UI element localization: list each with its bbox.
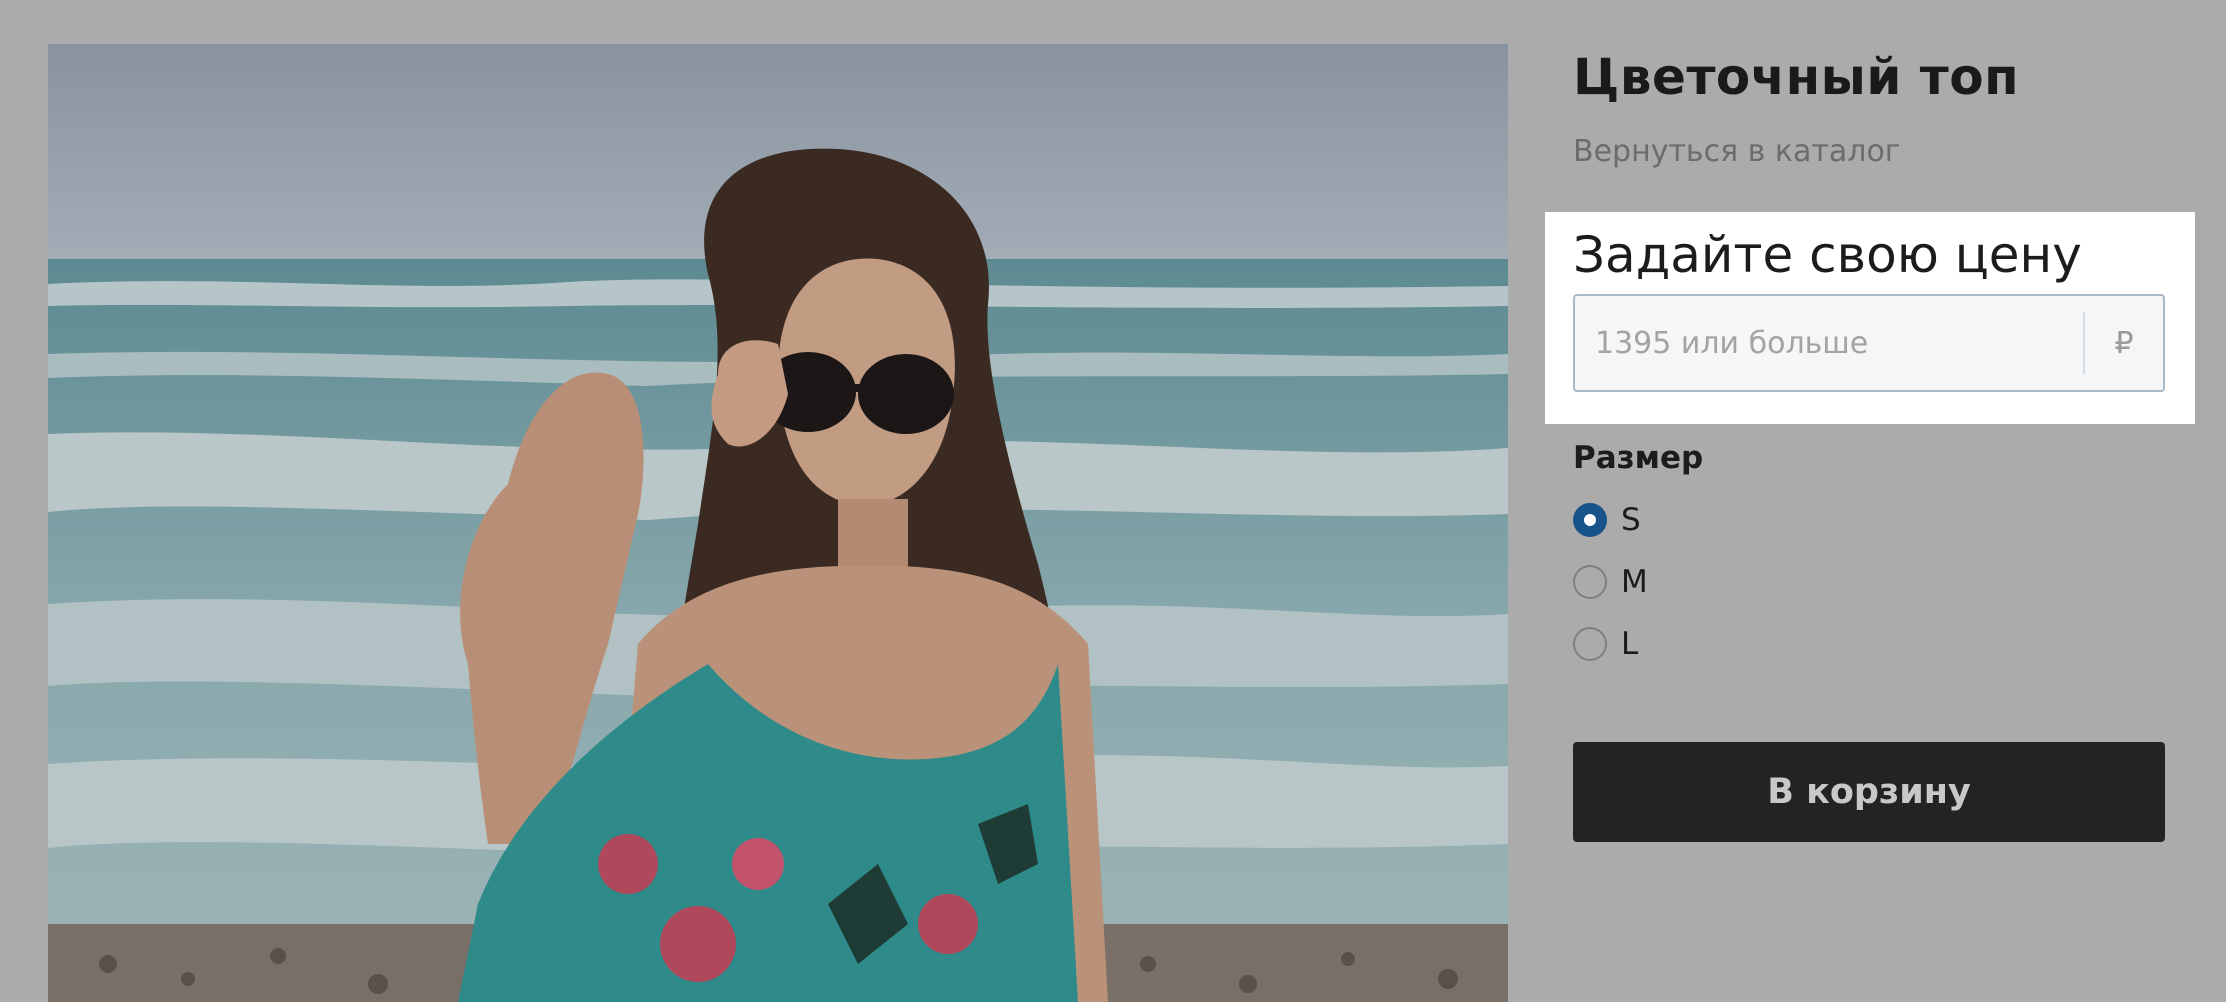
- size-option-label: S: [1621, 502, 1641, 538]
- custom-price-box: Задайте свою цену ₽: [1545, 212, 2195, 424]
- size-option-m[interactable]: M: [1573, 562, 1773, 602]
- size-option-label: L: [1621, 626, 1639, 662]
- radio-icon[interactable]: [1573, 627, 1607, 661]
- product-panel: Цветочный топ Вернуться в каталог Задайт…: [1545, 0, 2195, 1002]
- radio-checked-icon[interactable]: [1573, 503, 1607, 537]
- back-to-catalog-link[interactable]: Вернуться в каталог: [1573, 134, 1901, 169]
- add-to-cart-button[interactable]: В корзину: [1573, 742, 2165, 842]
- size-label: Размер: [1573, 440, 1704, 476]
- size-option-s[interactable]: S: [1573, 500, 1773, 540]
- price-field: ₽: [1573, 294, 2165, 392]
- product-image: [48, 44, 1508, 1002]
- radio-icon[interactable]: [1573, 565, 1607, 599]
- price-input[interactable]: [1575, 296, 2083, 390]
- size-option-label: M: [1621, 564, 1648, 600]
- ruble-icon: ₽: [2083, 312, 2163, 374]
- size-option-l[interactable]: L: [1573, 624, 1773, 664]
- custom-price-heading: Задайте свою цену: [1573, 226, 2082, 284]
- product-title: Цветочный топ: [1573, 48, 2020, 106]
